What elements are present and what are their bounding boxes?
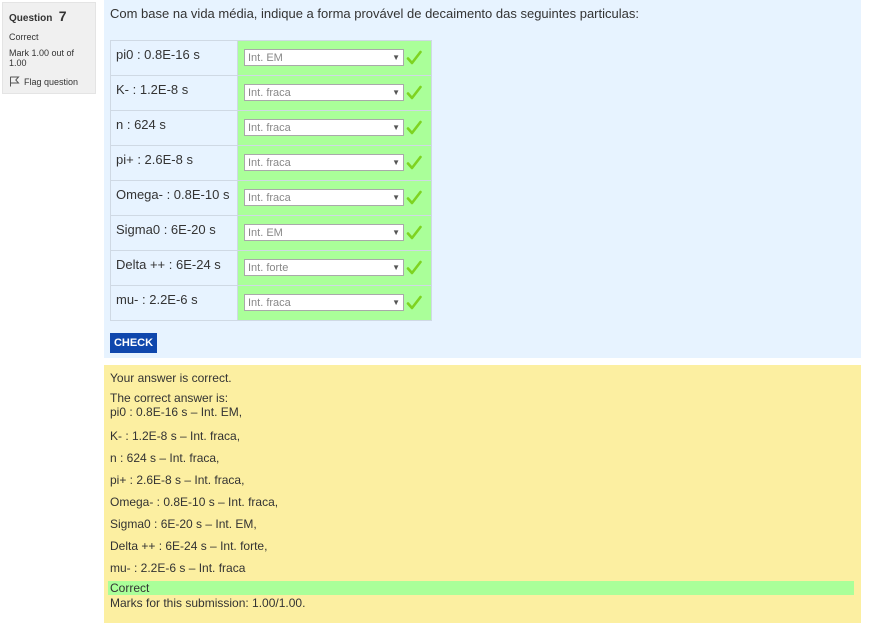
- chevron-down-icon: ▼: [392, 193, 400, 203]
- particle-label-cell: Omega- : 0.8E-10 s: [110, 180, 238, 216]
- decay-select[interactable]: Int. fraca ▼: [244, 154, 404, 172]
- checkmark-icon: [406, 120, 422, 135]
- decay-select[interactable]: Int. fraca ▼: [244, 189, 404, 207]
- decay-select-value: Int. fraca: [248, 121, 291, 134]
- right-answer-line: Delta ++ : 6E-24 s – Int. forte,: [110, 539, 268, 553]
- chevron-down-icon: ▼: [392, 123, 400, 133]
- answer-control-cell: Int. fraca ▼: [237, 110, 432, 146]
- question-info: Question 7 Correct Mark 1.00 out of 1.00…: [2, 2, 96, 94]
- marks-text: Marks for this submission: 1.00/1.00.: [110, 596, 306, 610]
- right-answer-line: pi0 : 0.8E-16 s – Int. EM,: [110, 405, 243, 419]
- answer-table: pi0 : 0.8E-16 s Int. EM ▼ K- : 1.2E-8 s Int.…: [110, 40, 432, 321]
- decay-select[interactable]: Int. forte ▼: [244, 259, 404, 277]
- decay-select-value: Int. fraca: [248, 296, 291, 309]
- right-answer-line: pi+ : 2.6E-8 s – Int. fraca,: [110, 473, 245, 487]
- check-button[interactable]: CHECK: [110, 333, 157, 353]
- question-state: Correct: [9, 32, 39, 42]
- question-number-line: Question 7: [9, 8, 89, 26]
- particle-label-cell: pi0 : 0.8E-16 s: [110, 40, 238, 76]
- particle-label: n : 624 s: [116, 116, 166, 132]
- particle-label-cell: n : 624 s: [110, 110, 238, 146]
- answer-control-cell: Int. fraca ▼: [237, 180, 432, 216]
- answer-control-cell: Int. fraca ▼: [237, 285, 432, 321]
- question-formulation: Com base na vida média, indique a forma …: [104, 0, 861, 358]
- decay-select-value: Int. fraca: [248, 156, 291, 169]
- checkmark-icon: [406, 225, 422, 240]
- answer-row: Delta ++ : 6E-24 s Int. forte ▼: [110, 250, 432, 286]
- decay-select-value: Int. EM: [248, 51, 283, 64]
- chevron-down-icon: ▼: [392, 88, 400, 98]
- right-answer-title: The correct answer is:: [110, 391, 229, 405]
- decay-select-value: Int. EM: [248, 226, 283, 239]
- question-label: Question: [9, 13, 53, 24]
- particle-label: mu- : 2.2E-6 s: [116, 291, 198, 307]
- correct-label: Correct: [110, 581, 150, 595]
- flag-question-link[interactable]: Flag question: [9, 76, 89, 87]
- checkmark-icon: [406, 50, 422, 65]
- answer-row: mu- : 2.2E-6 s Int. fraca ▼: [110, 285, 432, 321]
- checkmark-icon: [406, 260, 422, 275]
- particle-label-cell: pi+ : 2.6E-8 s: [110, 145, 238, 181]
- answer-control-cell: Int. fraca ▼: [237, 145, 432, 181]
- question-outcome: Your answer is correct. The correct answ…: [104, 365, 861, 623]
- question-number: 7: [58, 8, 67, 24]
- answer-row: pi0 : 0.8E-16 s Int. EM ▼: [110, 40, 432, 76]
- particle-label: pi0 : 0.8E-16 s: [116, 46, 200, 62]
- chevron-down-icon: ▼: [392, 228, 400, 238]
- flag-icon: [10, 76, 20, 87]
- decay-select-value: Int. fraca: [248, 86, 291, 99]
- decay-select[interactable]: Int. fraca ▼: [244, 84, 404, 102]
- checkmark-icon: [406, 295, 422, 310]
- answer-row: pi+ : 2.6E-8 s Int. fraca ▼: [110, 145, 432, 181]
- checkmark-icon: [406, 190, 422, 205]
- right-answer-line: n : 624 s – Int. fraca,: [110, 451, 220, 465]
- right-answer-line: Sigma0 : 6E-20 s – Int. EM,: [110, 517, 257, 531]
- question-text: Com base na vida média, indique a forma …: [110, 6, 639, 21]
- chevron-down-icon: ▼: [392, 158, 400, 168]
- feedback-text: Your answer is correct.: [110, 371, 232, 385]
- right-answer-line: mu- : 2.2E-6 s – Int. fraca: [110, 561, 246, 575]
- decay-select-value: Int. fraca: [248, 191, 291, 204]
- answer-control-cell: Int. fraca ▼: [237, 75, 432, 111]
- particle-label-cell: Delta ++ : 6E-24 s: [110, 250, 238, 286]
- answer-row: K- : 1.2E-8 s Int. fraca ▼: [110, 75, 432, 111]
- question-grade: Mark 1.00 out of 1.00: [9, 48, 75, 68]
- decay-select[interactable]: Int. fraca ▼: [244, 119, 404, 137]
- particle-label-cell: Sigma0 : 6E-20 s: [110, 215, 238, 251]
- checkmark-icon: [406, 155, 422, 170]
- answer-control-cell: Int. EM ▼: [237, 40, 432, 76]
- correct-status-bar: Correct: [108, 581, 854, 595]
- answer-control-cell: Int. EM ▼: [237, 215, 432, 251]
- answer-row: n : 624 s Int. fraca ▼: [110, 110, 432, 146]
- answer-control-cell: Int. forte ▼: [237, 250, 432, 286]
- decay-select[interactable]: Int. EM ▼: [244, 224, 404, 242]
- particle-label: pi+ : 2.6E-8 s: [116, 151, 193, 167]
- right-answer-line: Omega- : 0.8E-10 s – Int. fraca,: [110, 495, 279, 509]
- right-answer-line: K- : 1.2E-8 s – Int. fraca,: [110, 429, 241, 443]
- answer-row: Sigma0 : 6E-20 s Int. EM ▼: [110, 215, 432, 251]
- checkmark-icon: [406, 85, 422, 100]
- particle-label-cell: K- : 1.2E-8 s: [110, 75, 238, 111]
- particle-label: K- : 1.2E-8 s: [116, 81, 189, 97]
- particle-label: Omega- : 0.8E-10 s: [116, 186, 230, 202]
- particle-label-cell: mu- : 2.2E-6 s: [110, 285, 238, 321]
- answer-row: Omega- : 0.8E-10 s Int. fraca ▼: [110, 180, 432, 216]
- flag-question-label: Flag question: [24, 76, 79, 87]
- decay-select-value: Int. forte: [248, 261, 289, 274]
- chevron-down-icon: ▼: [392, 263, 400, 273]
- chevron-down-icon: ▼: [392, 298, 400, 308]
- decay-select[interactable]: Int. EM ▼: [244, 49, 404, 67]
- particle-label: Delta ++ : 6E-24 s: [116, 256, 221, 272]
- particle-label: Sigma0 : 6E-20 s: [116, 221, 216, 237]
- decay-select[interactable]: Int. fraca ▼: [244, 294, 404, 312]
- chevron-down-icon: ▼: [392, 53, 400, 63]
